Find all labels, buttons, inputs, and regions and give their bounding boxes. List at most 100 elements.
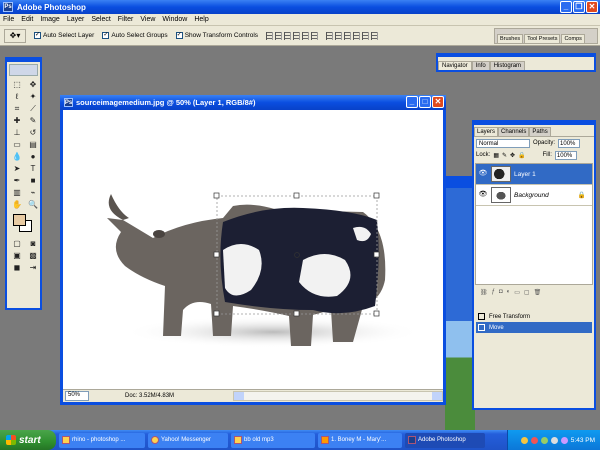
auto-select-groups-checkbox[interactable]: ✓ Auto Select Groups: [102, 32, 168, 39]
horizontal-scrollbar[interactable]: [233, 391, 443, 401]
tray-volume-icon[interactable]: [550, 436, 558, 444]
layer-row-layer-1[interactable]: 👁 Layer 1: [476, 164, 592, 185]
minimize-button[interactable]: _: [560, 1, 572, 13]
doc-minimize-button[interactable]: _: [406, 96, 418, 108]
dodge-tool-icon[interactable]: ●: [26, 151, 40, 162]
delete-layer-icon[interactable]: 🗑: [534, 289, 542, 296]
tab-histogram[interactable]: Histogram: [489, 61, 526, 70]
tab-paths[interactable]: Paths: [529, 127, 551, 136]
menu-select[interactable]: Select: [91, 16, 110, 23]
zoom-level-field[interactable]: 50%: [65, 391, 89, 401]
taskbar-item-yahoo-messenger[interactable]: Yahoo! Messenger: [148, 432, 228, 448]
visibility-eye-icon[interactable]: 👁: [478, 190, 488, 200]
blur-tool-icon[interactable]: 💧: [10, 151, 24, 162]
history-item-active[interactable]: Move: [476, 322, 592, 333]
doc-maximize-button[interactable]: □: [419, 96, 431, 108]
tab-navigator[interactable]: Navigator: [438, 61, 472, 70]
close-button[interactable]: ✕: [586, 1, 598, 13]
menu-edit[interactable]: Edit: [21, 16, 33, 23]
distribute-left-icon[interactable]: [353, 31, 361, 40]
layer-mask-icon[interactable]: ◘: [499, 289, 503, 295]
marquee-tool-icon[interactable]: ⬚: [10, 79, 24, 90]
align-hcenter-icon[interactable]: [302, 31, 310, 40]
foreground-color-swatch[interactable]: [13, 214, 26, 226]
quick-mask-mode-icon[interactable]: ◙: [26, 238, 40, 249]
lock-all-icon[interactable]: 🔒: [518, 152, 525, 159]
adobe-online-icon[interactable]: [9, 64, 38, 76]
taskbar-item-rhino[interactable]: rhino - photoshop ...: [59, 432, 145, 448]
screen-mode-standard-icon[interactable]: ▣: [10, 250, 24, 261]
menu-help[interactable]: Help: [194, 16, 208, 23]
eyedropper-tool-icon[interactable]: ⌁: [26, 187, 40, 198]
hand-tool-icon[interactable]: ✋: [10, 199, 24, 210]
crop-tool-icon[interactable]: ⌗: [10, 103, 24, 114]
clone-stamp-tool-icon[interactable]: ⊥: [10, 127, 24, 138]
clock[interactable]: 5:43 PM: [571, 437, 595, 444]
lock-image-icon[interactable]: ✎: [502, 152, 507, 159]
standard-mode-icon[interactable]: ▢: [10, 238, 24, 249]
menu-filter[interactable]: Filter: [118, 16, 134, 23]
history-brush-tool-icon[interactable]: ↺: [26, 127, 40, 138]
tray-messenger-icon[interactable]: [520, 436, 528, 444]
distribute-hcenter-icon[interactable]: [362, 31, 370, 40]
link-layers-icon[interactable]: ⛓: [480, 289, 488, 296]
magic-wand-tool-icon[interactable]: ✦: [26, 91, 40, 102]
tray-network-icon[interactable]: [540, 436, 548, 444]
tray-antivirus-icon[interactable]: [530, 436, 538, 444]
doc-size-info[interactable]: Doc: 3.52M/4.83M: [125, 393, 174, 399]
layer-row-background[interactable]: 👁 Background 🔒: [476, 185, 592, 206]
visibility-eye-icon[interactable]: 👁: [478, 169, 488, 179]
menu-window[interactable]: Window: [162, 16, 187, 23]
full-screen-mode-icon[interactable]: ◼: [10, 262, 24, 273]
tab-layers[interactable]: Layers: [474, 127, 499, 136]
distribute-top-icon[interactable]: [326, 31, 334, 40]
move-tool-icon[interactable]: ✥: [26, 79, 40, 90]
align-top-icon[interactable]: [266, 31, 274, 40]
taskbar-item-media-player[interactable]: 1. Boney M - Mary'...: [318, 432, 402, 448]
type-tool-icon[interactable]: T: [26, 163, 40, 174]
screen-mode-full-icon[interactable]: ▩: [26, 250, 40, 261]
well-tab-comps[interactable]: Comps: [561, 34, 585, 43]
lock-transparent-icon[interactable]: ▦: [493, 152, 499, 159]
align-right-icon[interactable]: [311, 31, 319, 40]
eraser-tool-icon[interactable]: ▭: [10, 139, 24, 150]
taskbar-item-photoshop[interactable]: Adobe Photoshop: [405, 432, 485, 448]
healing-brush-tool-icon[interactable]: ✚: [10, 115, 24, 126]
lasso-tool-icon[interactable]: ℓ: [10, 91, 24, 102]
shape-tool-icon[interactable]: ■: [26, 175, 40, 186]
new-layer-icon[interactable]: ▢: [524, 289, 530, 296]
restore-button[interactable]: ❐: [573, 1, 585, 13]
new-group-icon[interactable]: ▭: [514, 289, 520, 296]
document-titlebar[interactable]: Ps sourceimagemedium.jpg @ 50% (Layer 1,…: [60, 95, 446, 110]
path-selection-tool-icon[interactable]: ➤: [10, 163, 24, 174]
menu-layer[interactable]: Layer: [67, 16, 85, 23]
align-left-icon[interactable]: [293, 31, 301, 40]
distribute-bottom-icon[interactable]: [344, 31, 352, 40]
pen-tool-icon[interactable]: ✒: [10, 175, 24, 186]
adjustment-layer-icon[interactable]: ◐: [507, 289, 511, 295]
brush-tool-icon[interactable]: ✎: [26, 115, 40, 126]
gradient-tool-icon[interactable]: ▤: [26, 139, 40, 150]
opacity-input[interactable]: 100%: [558, 138, 581, 148]
distribute-vcenter-icon[interactable]: [335, 31, 343, 40]
move-tool-preset-icon[interactable]: ✥▾: [4, 28, 26, 43]
auto-select-layer-checkbox[interactable]: ✓ Auto Select Layer: [34, 32, 94, 39]
tab-info[interactable]: Info: [471, 61, 490, 70]
well-tab-tool-presets[interactable]: Tool Presets: [524, 34, 561, 43]
slice-tool-icon[interactable]: ⟋: [26, 103, 40, 114]
well-tab-brushes[interactable]: Brushes: [497, 34, 524, 43]
fill-input[interactable]: 100%: [554, 150, 577, 160]
menu-view[interactable]: View: [140, 16, 155, 23]
distribute-right-icon[interactable]: [371, 31, 379, 40]
notes-tool-icon[interactable]: ▥: [10, 187, 24, 198]
history-item[interactable]: Free Transform: [476, 311, 592, 322]
image-canvas[interactable]: [63, 110, 443, 386]
taskbar-item-bb-old-mp3[interactable]: bb old mp3: [231, 432, 315, 448]
blend-mode-select[interactable]: Normal: [476, 138, 530, 148]
jump-to-imageready-icon[interactable]: ⇥: [26, 262, 40, 273]
lock-position-icon[interactable]: ✥: [510, 152, 515, 159]
layer-style-icon[interactable]: ƒ: [492, 289, 495, 295]
start-button[interactable]: start: [0, 430, 56, 450]
doc-close-button[interactable]: ✕: [432, 96, 444, 108]
align-bottom-icon[interactable]: [284, 31, 292, 40]
